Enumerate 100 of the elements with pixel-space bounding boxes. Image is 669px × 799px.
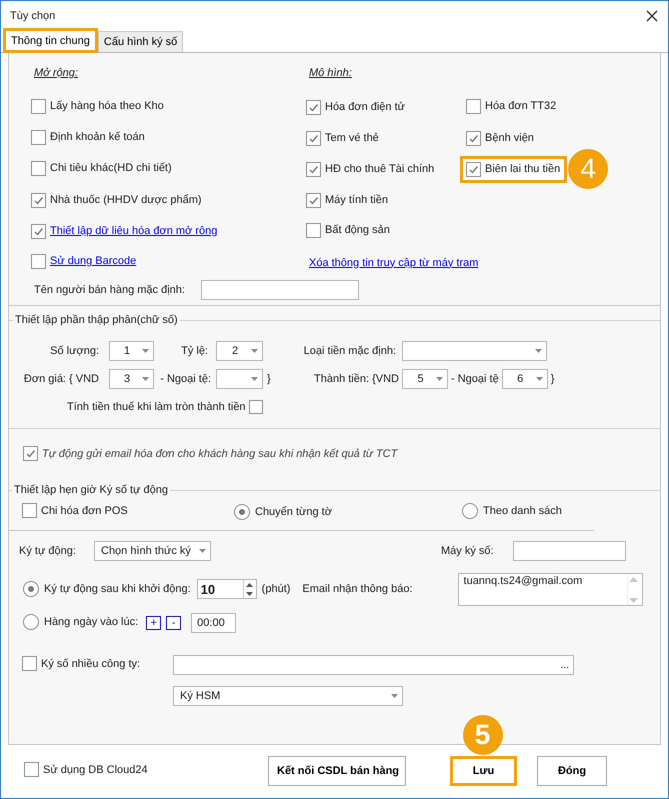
tab[interactable]: Cấu hình ký số [98, 31, 184, 52]
field-label: Số lượng: [49, 345, 100, 357]
scroll-up-icon[interactable] [628, 576, 638, 582]
check-icon [33, 194, 44, 206]
checkbox[interactable] [31, 98, 46, 114]
field-label: Thành tiền: {VND [313, 373, 400, 385]
checkbox-label: Bất động sản [325, 224, 390, 236]
window-title: Tùy chọn [10, 10, 56, 22]
dropdown[interactable]: 2 [216, 341, 263, 361]
field-label: Tỷ lệ: [180, 345, 209, 357]
caret-icon [142, 377, 149, 381]
check-icon [25, 448, 36, 459]
checkbox[interactable] [22, 503, 37, 518]
field-label: - Ngoại tệ: [159, 373, 212, 385]
up-arrow-icon[interactable] [246, 582, 254, 586]
dialog-button[interactable]: Kết nối CSDL bán hàng [268, 756, 406, 786]
field-label: - Ngoại tệ [451, 373, 499, 385]
radio-label: Theo danh sách [483, 504, 562, 516]
close-icon[interactable] [646, 10, 658, 22]
check-icon [308, 164, 319, 174]
field-label: Máy ký số: [441, 545, 495, 557]
checkbox[interactable] [306, 162, 321, 176]
radio-button[interactable] [462, 502, 478, 518]
dropdown[interactable]: 6 [502, 369, 548, 389]
radio-label: Chuyển từng tờ [255, 506, 332, 518]
dropdown[interactable] [402, 341, 547, 361]
field-label: Loại tiền mặc định: [302, 345, 397, 357]
checkbox[interactable] [31, 192, 46, 208]
dropdown[interactable] [216, 369, 263, 389]
radio-label: Ký tự động sau khi khởi động: [44, 583, 191, 595]
dropdown[interactable]: Ký HSM [173, 686, 403, 706]
checkbox-label: Biên lai thu tiền [485, 163, 560, 175]
checkbox-label: Tính tiền thuế khi làm tròn thành tiền [67, 401, 246, 413]
caret-icon [251, 349, 258, 353]
checkbox[interactable] [306, 192, 321, 208]
checkbox[interactable] [22, 656, 37, 671]
dialog-button[interactable]: Đóng [537, 756, 607, 786]
checkbox[interactable] [31, 224, 46, 238]
text-field[interactable] [201, 280, 359, 300]
text-field[interactable] [513, 541, 626, 561]
checkbox-label: Định khoản kế toán [50, 131, 145, 143]
number-spinner[interactable]: 10 [196, 579, 257, 599]
caret-icon [199, 549, 206, 553]
check-icon [308, 132, 319, 144]
bracket-text: } [550, 373, 554, 385]
checkbox[interactable] [31, 130, 46, 144]
field-label: Email nhận thông báo: [302, 583, 413, 595]
radio-label: Hàng ngày vào lúc: [44, 616, 138, 628]
checkbox-label: Lấy hàng hóa theo Kho [50, 100, 164, 112]
checkbox-label: Ký số nhiều công ty: [41, 658, 140, 670]
caret-icon [536, 377, 543, 381]
field-label: Ký tự động: [19, 545, 77, 557]
checkbox[interactable] [306, 222, 321, 238]
dropdown[interactable]: 3 [109, 369, 154, 389]
check-icon [33, 226, 44, 236]
checkbox[interactable] [31, 254, 46, 268]
browse-button[interactable]: ... [560, 660, 569, 670]
email-field[interactable]: tuannq.ts24@gmail.com [458, 572, 643, 606]
dropdown[interactable]: Chọn hình thức ký [94, 541, 211, 561]
section-heading: Mô hình: [309, 67, 353, 81]
checkbox-label: Nhà thuốc (HHDV dược phẩm) [50, 194, 202, 206]
scroll-down-icon[interactable] [628, 598, 638, 602]
plus-button[interactable]: + [146, 616, 162, 630]
time-field[interactable]: 00:00 [191, 613, 236, 633]
checkbox-label: Tem vé thẻ [325, 132, 379, 144]
radio-button[interactable] [23, 614, 39, 630]
check-icon [468, 132, 479, 144]
company-field[interactable]: ... [173, 655, 574, 675]
checkbox[interactable] [466, 98, 481, 114]
caret-icon [535, 349, 542, 353]
dropdown[interactable]: 1 [109, 341, 154, 361]
link[interactable]: Thiết lập dữ liêu hóa đơn mở rông [50, 225, 218, 237]
checkbox[interactable] [24, 762, 39, 777]
checkbox-label: Sử dụng DB Cloud24 [43, 764, 148, 776]
checkbox[interactable] [466, 162, 481, 176]
radio-button[interactable] [23, 581, 39, 597]
checkbox-label: Chi tiêu khác(HD chi tiết) [50, 162, 172, 174]
bracket-text: } [266, 373, 271, 385]
checkbox[interactable] [466, 130, 481, 146]
caret-icon [391, 694, 398, 698]
checkbox-label: Máy tính tiền [325, 194, 388, 206]
dropdown[interactable]: 5 [402, 369, 448, 389]
checkbox[interactable] [248, 400, 263, 414]
tab[interactable]: Thông tin chung [3, 28, 98, 53]
callout-badge: 4 [568, 149, 608, 189]
minus-button[interactable]: - [166, 616, 182, 630]
link[interactable]: Sử dung Barcode [50, 255, 136, 267]
checkbox[interactable] [306, 100, 321, 114]
check-icon [308, 102, 319, 112]
link[interactable]: Xóa thông tin truy cập từ máy tram [309, 254, 478, 270]
checkbox[interactable] [31, 160, 46, 176]
checkbox-label: Hóa đơn TT32 [485, 100, 556, 112]
section-heading: Mở rộng: [34, 67, 79, 81]
down-arrow-icon[interactable] [246, 592, 254, 596]
caret-icon [142, 349, 149, 353]
checkbox[interactable] [23, 446, 38, 461]
checkbox[interactable] [306, 130, 321, 146]
radio-button[interactable] [234, 504, 250, 520]
check-icon [308, 194, 319, 206]
checkbox-label: HĐ cho thuê Tài chính [325, 163, 434, 175]
